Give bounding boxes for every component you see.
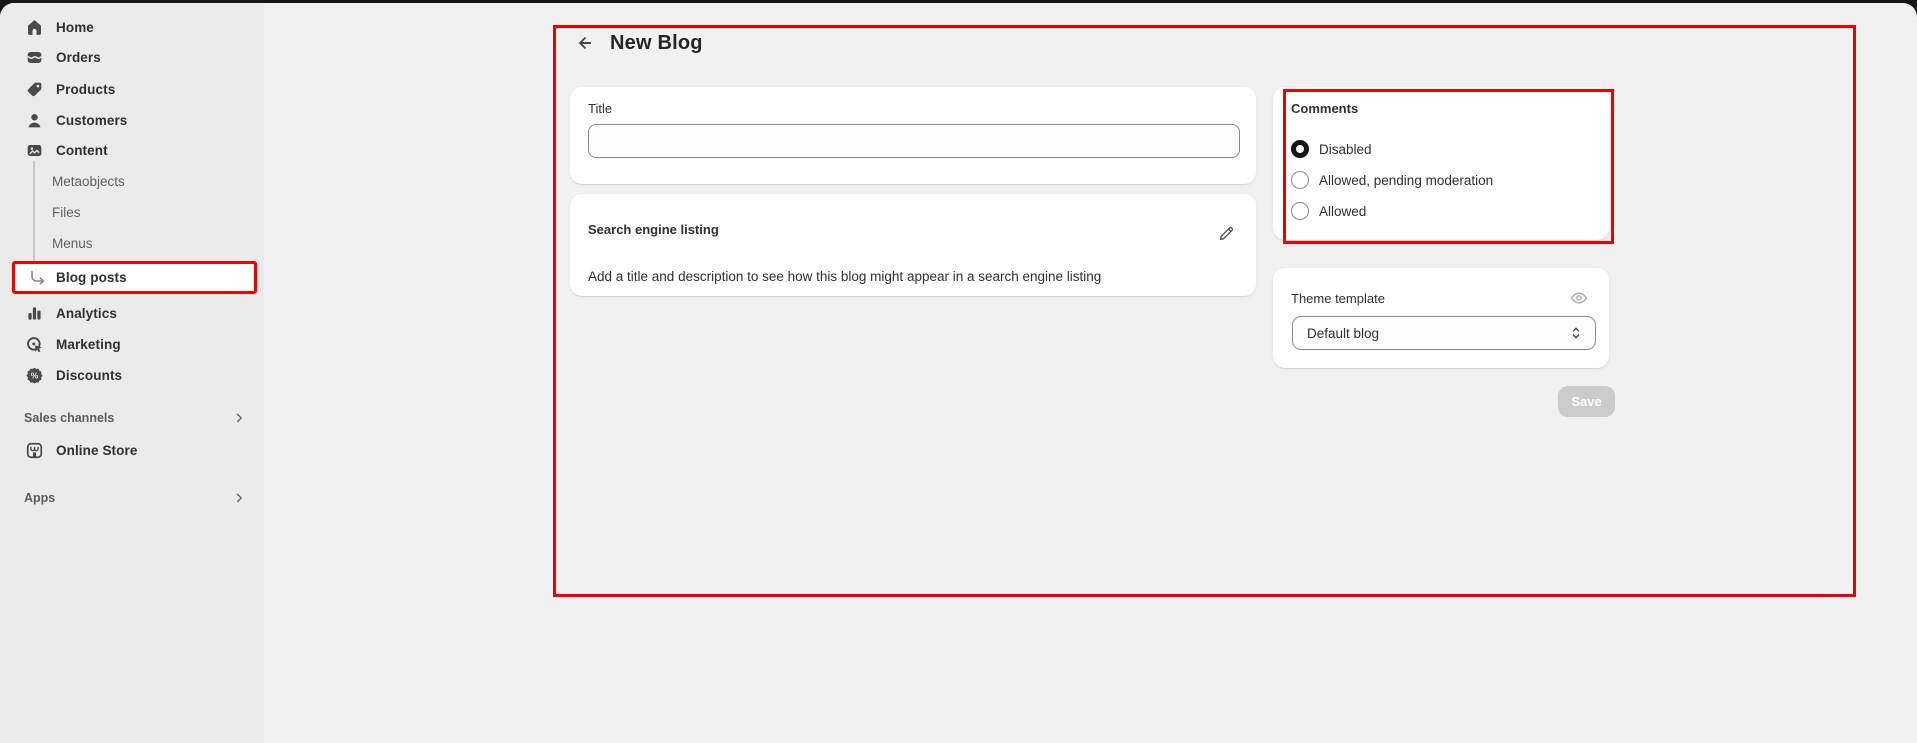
sidebar-item-products[interactable]: Products	[0, 74, 264, 104]
sidebar-item-menus[interactable]: Menus	[0, 228, 264, 258]
theme-template-label: Theme template	[1291, 291, 1385, 306]
theme-template-select[interactable]: Default blog	[1292, 316, 1596, 350]
title-field-label: Title	[588, 101, 1238, 116]
preview-theme-button[interactable]	[1567, 286, 1591, 310]
seo-card-heading: Search engine listing	[588, 222, 719, 237]
radio-button[interactable]	[1291, 171, 1309, 189]
radio-label: Allowed, pending moderation	[1319, 173, 1493, 188]
search-engine-listing-card: Search engine listing Add a title and de…	[570, 194, 1256, 296]
sidebar-item-orders[interactable]: Orders	[0, 42, 264, 72]
radio-label: Disabled	[1319, 142, 1372, 157]
sidebar-item-label: Content	[56, 143, 108, 158]
sidebar-item-label: Discounts	[56, 368, 122, 383]
comments-option-allowed-pending-moderation[interactable]: Allowed, pending moderation	[1291, 170, 1493, 190]
sidebar-item-label: Menus	[52, 236, 93, 251]
sidebar-item-marketing[interactable]: Marketing	[0, 329, 264, 359]
pencil-icon	[1217, 225, 1235, 243]
sidebar-item-label: Orders	[56, 50, 101, 65]
tree-arrow-icon	[30, 270, 46, 286]
radio-label: Allowed	[1319, 204, 1366, 219]
comments-option-allowed[interactable]: Allowed	[1291, 201, 1366, 221]
edit-seo-button[interactable]	[1214, 222, 1238, 246]
chevron-right-icon	[232, 411, 246, 425]
sidebar-item-analytics[interactable]: Analytics	[0, 298, 264, 328]
sidebar-item-label: Online Store	[56, 443, 137, 458]
sidebar-item-label: Blog posts	[56, 270, 127, 285]
sidebar-item-label: Metaobjects	[52, 174, 125, 189]
sidebar-item-label: Marketing	[56, 337, 121, 352]
page-title: New Blog	[610, 32, 703, 55]
chevron-right-icon	[232, 491, 246, 505]
select-updown-icon	[1567, 324, 1585, 342]
sidebar-item-label: Customers	[56, 113, 127, 128]
sidebar-item-home[interactable]: Home	[0, 12, 264, 42]
sidebar-item-discounts[interactable]: % Discounts	[0, 360, 264, 390]
marketing-icon	[24, 334, 44, 354]
radio-button[interactable]	[1291, 140, 1309, 158]
eye-icon	[1569, 288, 1589, 308]
svg-text:%: %	[30, 370, 38, 380]
sidebar-item-label: Files	[52, 205, 81, 220]
sidebar-item-metaobjects[interactable]: Metaobjects	[0, 166, 264, 196]
select-value: Default blog	[1307, 326, 1379, 341]
section-label: Sales channels	[24, 411, 114, 425]
customers-icon	[24, 110, 44, 130]
seo-card-description: Add a title and description to see how t…	[588, 269, 1238, 284]
arrow-left-icon	[574, 33, 594, 53]
sidebar-item-label: Products	[56, 82, 115, 97]
sidebar-item-blog-posts[interactable]: Blog posts	[12, 261, 257, 294]
store-icon	[24, 440, 44, 460]
sidebar-section-sales-channels[interactable]: Sales channels	[0, 404, 264, 432]
title-card: Title	[570, 87, 1256, 184]
comments-option-disabled[interactable]: Disabled	[1291, 139, 1372, 159]
back-button[interactable]	[572, 31, 596, 55]
sidebar-item-label: Analytics	[56, 306, 117, 321]
sidebar-section-apps[interactable]: Apps	[0, 484, 264, 512]
tag-icon	[24, 79, 44, 99]
sidebar-item-customers[interactable]: Customers	[0, 105, 264, 135]
discounts-icon: %	[24, 365, 44, 385]
save-button[interactable]: Save	[1558, 386, 1615, 417]
sidebar-item-online-store[interactable]: Online Store	[0, 435, 264, 465]
title-input[interactable]	[588, 124, 1240, 158]
comments-card-heading: Comments	[1291, 101, 1591, 116]
sidebar-item-content[interactable]: Content	[0, 135, 264, 165]
orders-icon	[24, 47, 44, 67]
content-icon	[24, 140, 44, 160]
home-icon	[24, 17, 44, 37]
app-surface: Home Orders Products Customers Content	[0, 3, 1917, 743]
analytics-icon	[24, 303, 44, 323]
section-label: Apps	[24, 491, 55, 505]
comments-card: Comments Disabled Allowed, pending moder…	[1273, 87, 1609, 240]
radio-button[interactable]	[1291, 202, 1309, 220]
sidebar-item-label: Home	[56, 20, 94, 35]
sidebar: Home Orders Products Customers Content	[0, 3, 264, 743]
sidebar-item-files[interactable]: Files	[0, 197, 264, 227]
theme-template-card: Theme template Default blog	[1273, 268, 1609, 368]
page-header: New Blog	[572, 31, 703, 55]
